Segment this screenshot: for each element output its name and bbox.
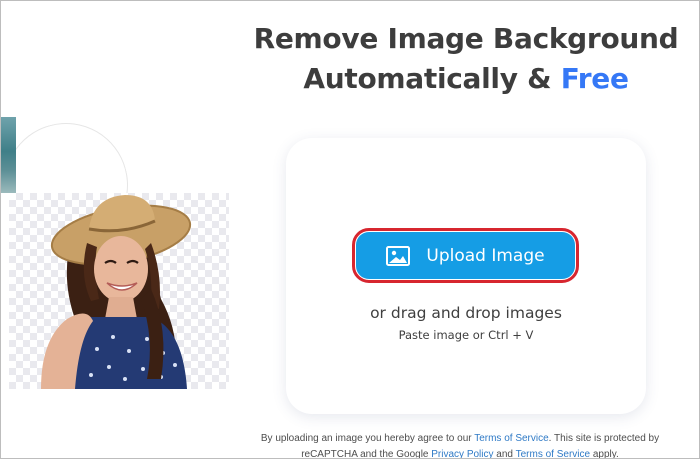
terms-of-service-link-2[interactable]: Terms of Service <box>516 449 590 458</box>
upload-image-button[interactable]: Upload Image <box>356 232 575 279</box>
title-highlight: Free <box>560 62 629 95</box>
title-line-1: Remove Image Background <box>253 22 679 55</box>
drag-drop-hint: or drag and drop images <box>370 304 562 322</box>
hero-photo-strip <box>1 117 16 193</box>
legal-notice: By uploading an image you hereby agree t… <box>241 431 679 458</box>
terms-of-service-link[interactable]: Terms of Service <box>474 433 548 444</box>
legal-text-4: apply. <box>592 449 619 458</box>
upload-button-label: Upload Image <box>426 245 545 266</box>
image-icon <box>386 245 411 266</box>
legal-text-3: and <box>496 449 513 458</box>
legal-text-1: By uploading an image you hereby agree t… <box>260 433 472 444</box>
page: Remove Image Background Automatically & … <box>1 1 699 458</box>
page-title: Remove Image Background Automatically & … <box>233 19 699 99</box>
hero-woman-image <box>41 195 192 389</box>
privacy-policy-link[interactable]: Privacy Policy <box>431 449 493 458</box>
title-line-2: Automatically & <box>303 62 552 95</box>
paste-hint: Paste image or Ctrl + V <box>398 328 534 342</box>
